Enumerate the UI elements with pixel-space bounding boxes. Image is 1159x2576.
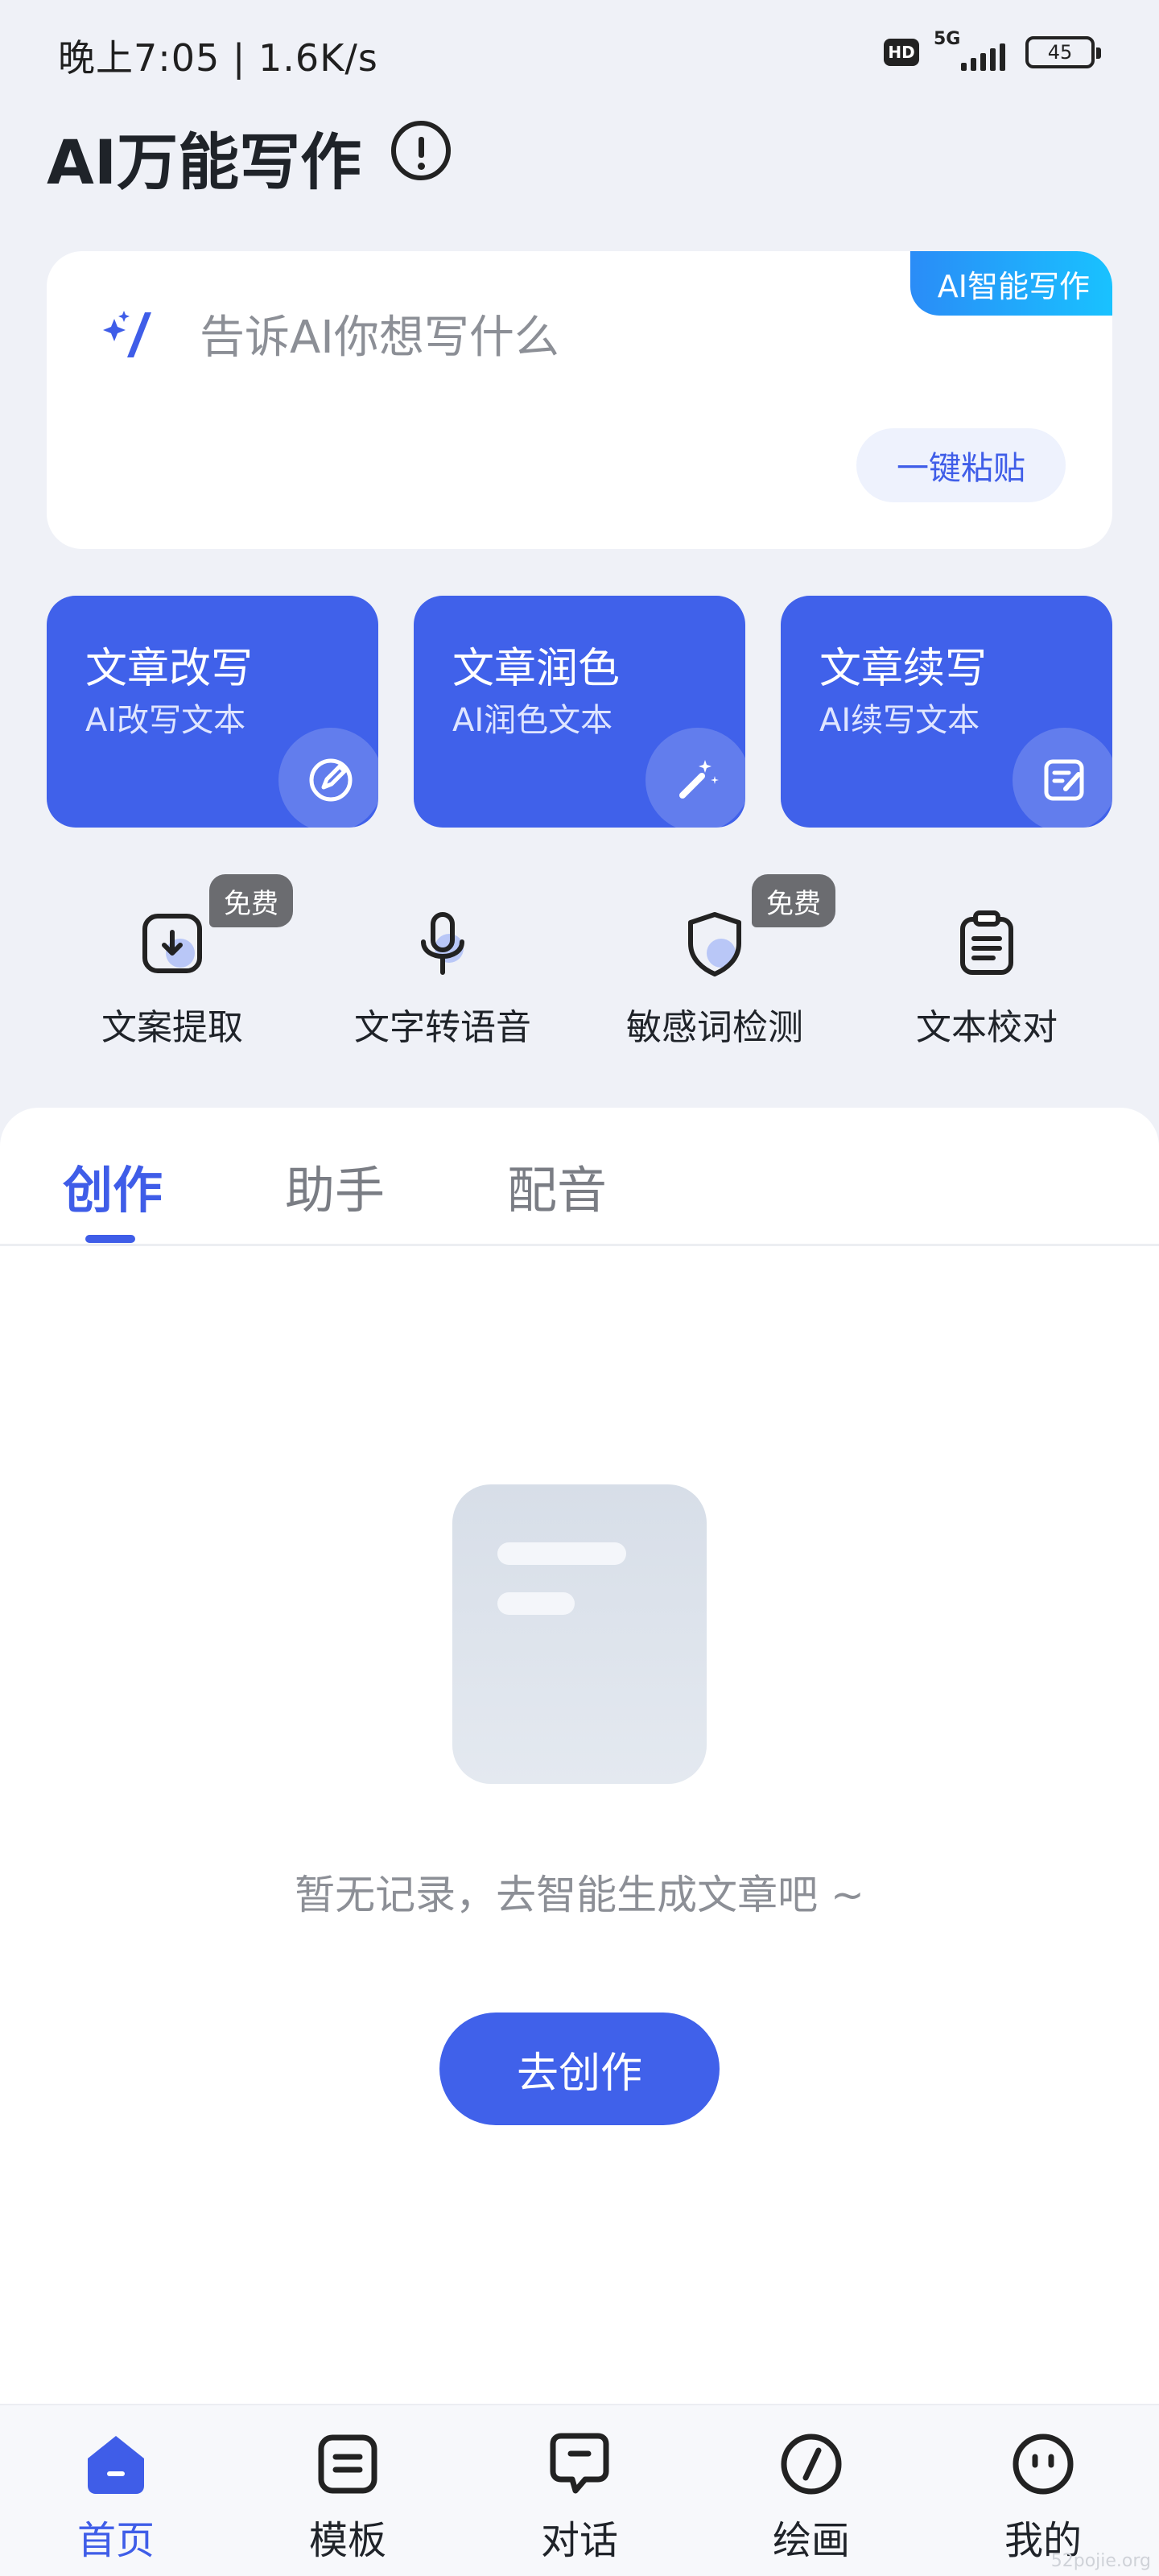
feature-polish-card[interactable]: 文章润色 AI润色文本: [414, 596, 745, 828]
shield-icon: [688, 912, 741, 976]
status-indicators: HD 5G 45: [884, 29, 1101, 71]
free-badge: 免费: [209, 874, 293, 927]
ai-writing-tag: AI智能写作: [909, 251, 1112, 316]
signal-icon: 5G: [934, 29, 1011, 71]
nav-label: 模板: [308, 2518, 386, 2563]
nav-chat[interactable]: 对话: [499, 2429, 660, 2566]
prompt-input[interactable]: 告诉AI你想写什么: [200, 301, 559, 366]
feature-continue-card[interactable]: 文章续写 AI续写文本: [781, 596, 1112, 828]
nav-paint[interactable]: 绘画: [731, 2429, 892, 2566]
sparkle-icon: [103, 311, 151, 357]
tool-label: 文字转语音: [354, 1007, 531, 1048]
download-box-icon: [142, 914, 202, 973]
feature-subtitle: AI续写文本: [819, 702, 980, 739]
tool-label: 文案提取: [101, 1007, 243, 1048]
empty-document-illustration: [452, 1484, 707, 1784]
tool-proofread[interactable]: 文本校对: [866, 886, 1107, 1048]
tab-dubbing[interactable]: 配音: [507, 1150, 607, 1222]
profile-icon: [1013, 2434, 1074, 2495]
bottom-nav: 首页 模板 对话 绘画 我的 52pojie.org: [0, 2404, 1159, 2576]
nav-label: 绘画: [772, 2518, 850, 2563]
feature-title: 文章改写: [85, 645, 254, 693]
free-badge: 免费: [752, 874, 835, 927]
feature-title: 文章润色: [452, 645, 621, 693]
paste-button[interactable]: 一键粘贴: [856, 428, 1066, 502]
clipboard-icon: [960, 910, 1013, 975]
tool-label: 敏感词检测: [626, 1007, 803, 1048]
network-type: 5G: [934, 29, 961, 49]
prompt-card[interactable]: AI智能写作 告诉AI你想写什么 一键粘贴: [47, 251, 1112, 549]
tab-indicator: [85, 1235, 135, 1243]
status-bar: 晚上7:05 | 1.6K/s HD 5G 45: [0, 0, 1159, 105]
tool-copy-extract[interactable]: 文案提取 免费: [52, 874, 293, 1048]
feature-title: 文章续写: [819, 645, 988, 693]
watermark: 52pojie.org: [1050, 2551, 1151, 2571]
status-time: 晚上7:05 | 1.6K/s: [58, 36, 378, 80]
tool-text-to-speech[interactable]: 文字转语音: [322, 886, 563, 1048]
note-edit-icon: [1013, 728, 1112, 828]
tab-bar: 创作 助手 配音: [0, 1108, 1159, 1246]
empty-state-text: 暂无记录，去智能生成文章吧 ~: [295, 1872, 864, 1918]
battery-level: 45: [1047, 41, 1073, 64]
go-create-button[interactable]: 去创作: [439, 2013, 720, 2125]
paint-icon: [781, 2434, 842, 2495]
nav-label: 首页: [76, 2518, 155, 2563]
nav-template[interactable]: 模板: [267, 2429, 428, 2566]
tool-sensitive-word-check[interactable]: 敏感词检测 免费: [594, 874, 835, 1048]
nav-label: 对话: [540, 2518, 618, 2563]
hd-icon: HD: [884, 39, 919, 66]
tab-create[interactable]: 创作: [63, 1150, 163, 1222]
template-icon: [318, 2434, 377, 2494]
feature-rewrite-card[interactable]: 文章改写 AI改写文本: [47, 596, 378, 828]
nav-home[interactable]: 首页: [35, 2429, 196, 2566]
info-circle-icon[interactable]: [391, 121, 451, 180]
pen-edit-icon: [278, 728, 378, 828]
feature-subtitle: AI改写文本: [85, 702, 246, 739]
tab-assistant[interactable]: 助手: [285, 1150, 385, 1222]
content-panel: 创作 助手 配音 暂无记录，去智能生成文章吧 ~ 去创作: [0, 1108, 1159, 2404]
feature-subtitle: AI润色文本: [452, 702, 613, 739]
battery-icon: 45: [1025, 36, 1101, 68]
home-icon: [88, 2436, 144, 2494]
nav-profile[interactable]: 我的: [963, 2429, 1124, 2566]
tool-label: 文本校对: [916, 1007, 1058, 1048]
magic-wand-icon: [645, 728, 745, 828]
page-title: AI万能写作: [47, 126, 362, 198]
chat-icon: [550, 2433, 609, 2494]
microphone-icon: [421, 912, 464, 975]
